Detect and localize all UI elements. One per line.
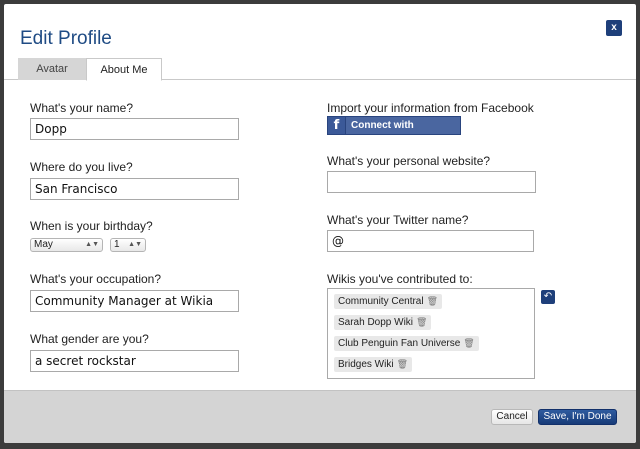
wiki-chip-label: Community Central (338, 296, 424, 307)
occupation-input[interactable]: Community Manager at Wikia (30, 290, 239, 312)
website-label: What's your personal website? (327, 154, 491, 168)
wiki-chip: Sarah Dopp Wiki 🗑 (334, 315, 432, 330)
connect-facebook-label: Connect with Facebook (351, 120, 414, 148)
birthday-label: When is your birthday? (30, 219, 153, 233)
location-input[interactable]: San Francisco (30, 178, 239, 200)
trash-icon[interactable]: 🗑 (397, 357, 408, 372)
trash-icon[interactable]: 🗑 (427, 294, 438, 309)
dialog-title: Edit Profile (20, 28, 112, 49)
modal-overlay: Edit Profile x Avatar About Me What's yo… (0, 0, 640, 449)
trash-icon[interactable]: 🗑 (416, 315, 427, 330)
facebook-label: Import your information from Facebook (327, 101, 534, 115)
facebook-icon: f (328, 117, 346, 134)
wiki-chip-label: Bridges Wiki (338, 359, 394, 370)
refresh-icon: ↶ (543, 291, 553, 302)
cancel-button[interactable]: Cancel (491, 409, 533, 425)
occupation-label: What's your occupation? (30, 272, 162, 286)
tab-about-me[interactable]: About Me (86, 58, 162, 81)
connect-facebook-button[interactable]: f Connect with Facebook (327, 116, 461, 148)
close-button[interactable]: x (606, 20, 622, 36)
name-input[interactable]: Dopp (30, 118, 239, 140)
twitter-input[interactable]: @ (327, 230, 534, 252)
birthday-month-select[interactable]: May ▲▼ (30, 238, 103, 252)
wikis-label: Wikis you've contributed to: (327, 272, 473, 286)
gender-input[interactable]: a secret rockstar (30, 350, 239, 372)
refresh-wikis-button[interactable]: ↶ (541, 290, 555, 304)
dialog-footer: Cancel Save, I'm Done (4, 390, 636, 443)
wiki-chip-label: Club Penguin Fan Universe (338, 338, 461, 349)
location-label: Where do you live? (30, 160, 133, 174)
wikis-list: Community Central 🗑 Sarah Dopp Wiki 🗑 Club… (327, 288, 535, 379)
name-label: What's your name? (30, 101, 134, 115)
birthday-day-value: 1 (114, 239, 120, 250)
trash-icon[interactable]: 🗑 (463, 336, 474, 351)
wiki-chip-label: Sarah Dopp Wiki (338, 317, 414, 328)
twitter-label: What's your Twitter name? (327, 213, 469, 227)
save-button[interactable]: Save, I'm Done (538, 409, 617, 425)
tab-bar: Avatar About Me (4, 58, 636, 81)
website-input[interactable] (327, 171, 536, 193)
about-me-form: What's your name? Dopp Where do you live… (4, 80, 636, 390)
wiki-chip: Community Central 🗑 (334, 294, 443, 309)
chevron-down-icon: ▲▼ (128, 241, 142, 248)
birthday-day-select[interactable]: 1 ▲▼ (110, 238, 146, 252)
edit-profile-dialog: Edit Profile x Avatar About Me What's yo… (4, 4, 636, 443)
wiki-chip: Club Penguin Fan Universe 🗑 (334, 336, 479, 351)
close-icon: x (611, 22, 617, 33)
gender-label: What gender are you? (30, 332, 149, 346)
wiki-chip: Bridges Wiki 🗑 (334, 357, 413, 372)
birthday-month-value: May (34, 239, 53, 250)
tab-avatar[interactable]: Avatar (18, 58, 86, 80)
chevron-down-icon: ▲▼ (85, 241, 99, 248)
